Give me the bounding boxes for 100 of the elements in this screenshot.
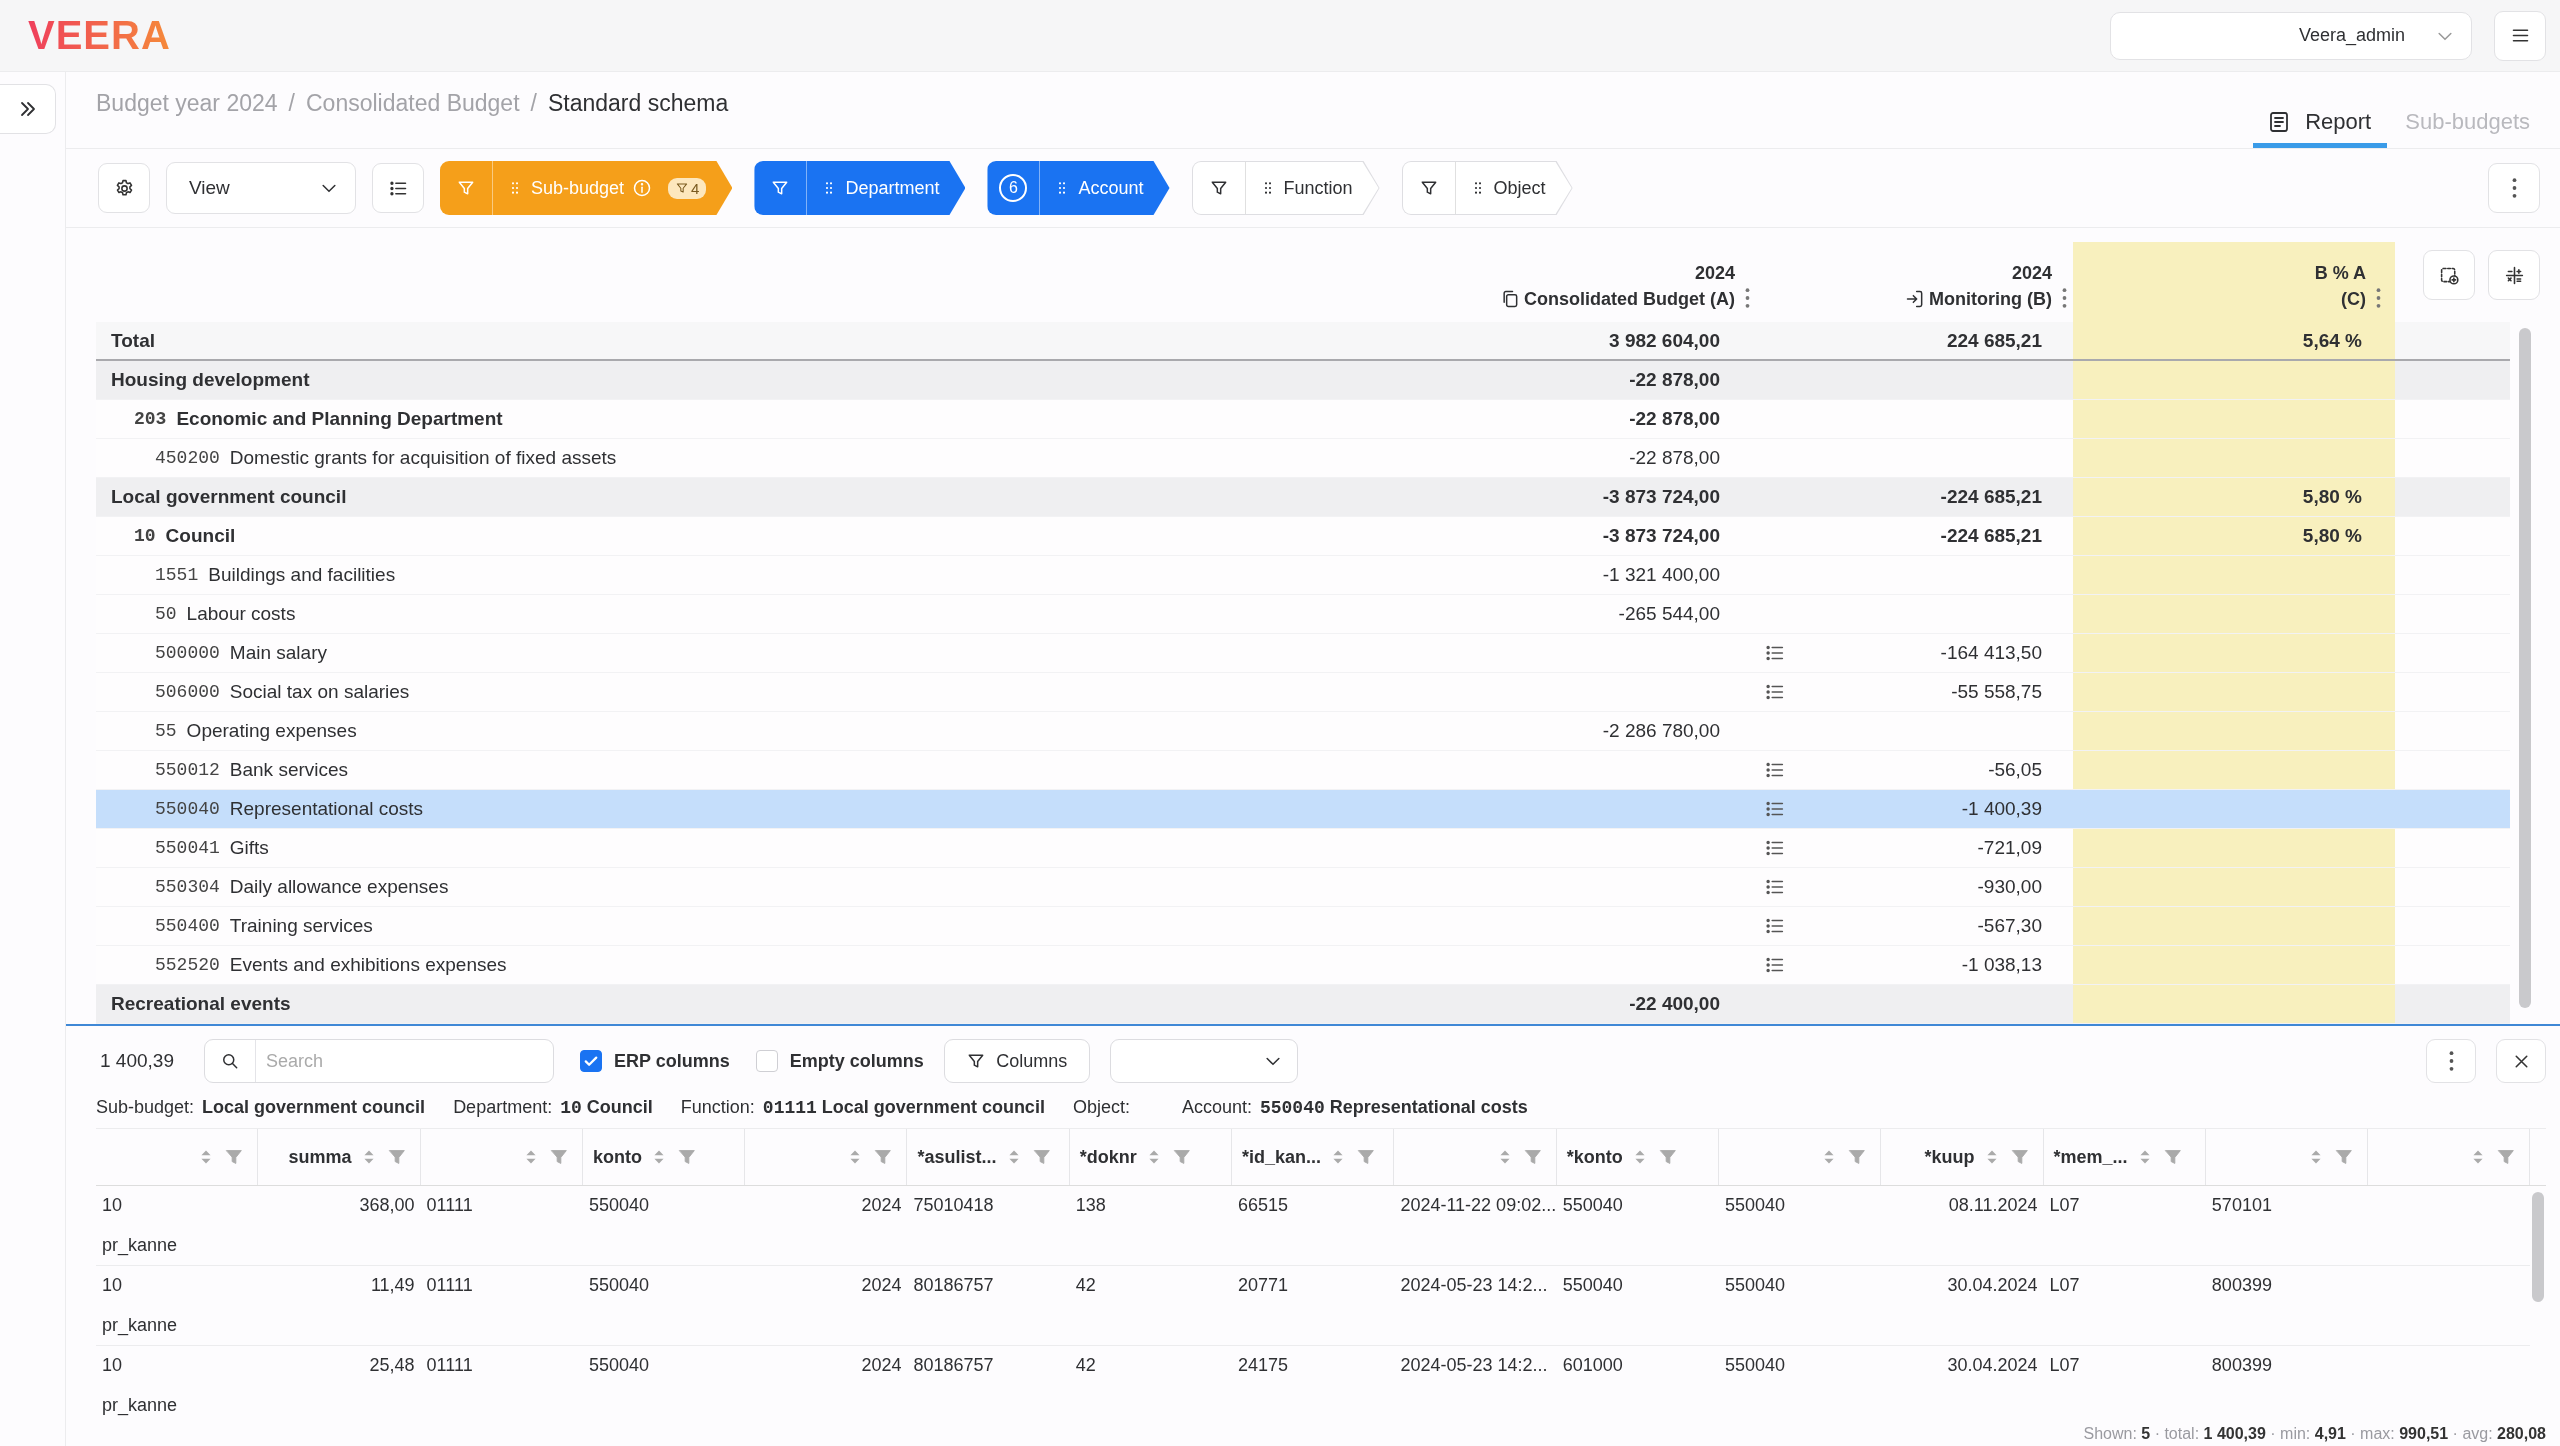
grid-cell-text: 2024	[860, 1354, 903, 1377]
account-code: 450200	[155, 448, 220, 468]
grid-cell-text: 2024-05-23 14:2...	[1399, 1354, 1549, 1377]
grid-cell-text: 550040	[587, 1354, 650, 1377]
more-icon[interactable]	[2448, 1051, 2454, 1071]
table-row[interactable]: 55 Operating expenses -2 286 780,00	[96, 712, 2510, 751]
row-label: Main salary	[229, 642, 327, 664]
account-code: 552520	[155, 955, 220, 975]
account-code: 506000	[155, 682, 220, 702]
table-row[interactable]: Local government council -3 873 724,00 -224 685,21 5,80 %	[96, 478, 2510, 517]
monitoring-value: -1 038,13	[1960, 953, 2043, 977]
monitoring-value: -1 400,39	[1960, 797, 2043, 821]
search-input[interactable]: Search	[256, 1049, 528, 1073]
account-code: 50	[155, 604, 177, 624]
column-header[interactable]: *asulist...	[907, 1129, 1070, 1185]
chip-label: Account	[1078, 177, 1144, 199]
table-row[interactable]: 550041 Gifts -721,09	[96, 829, 2510, 868]
columns-button[interactable]: Columns	[943, 1039, 1090, 1083]
expand-button[interactable]	[0, 84, 56, 134]
more-icon[interactable]	[2376, 288, 2381, 308]
dimension-chip[interactable]: Sub-budget 4	[440, 161, 733, 215]
grid-cell-text: 2024	[860, 1274, 903, 1297]
add-column-button[interactable]	[2423, 250, 2475, 300]
table-row[interactable]: 506000 Social tax on salaries -55 558,75	[96, 673, 2510, 712]
calculator-icon	[2503, 264, 2525, 286]
list-button[interactable]	[372, 163, 424, 213]
row-label: Daily allowance expenses	[229, 876, 449, 898]
table-row[interactable]: 1551 Buildings and facilities -1 321 400,00	[96, 556, 2510, 595]
account-code: 500000	[155, 643, 220, 663]
ratio-value: 5,80 %	[2073, 517, 2395, 555]
column-header[interactable]: konto	[582, 1129, 746, 1185]
ratio-value: 5,80 %	[2073, 478, 2395, 516]
budget-value: -265 544,00	[1617, 602, 1721, 626]
ratio-value: 5,64 %	[2073, 322, 2395, 359]
account-code: 1551	[155, 565, 199, 585]
column-header[interactable]: *konto	[1556, 1129, 1719, 1185]
monitoring-value: -721,09	[1976, 836, 2043, 860]
table-row[interactable]: Total 3 982 604,00 224 685,21 5,64 %	[96, 322, 2510, 361]
table-row[interactable]: 50 Labour costs -265 544,00	[96, 595, 2510, 634]
dimension-chip[interactable]: 6 Account	[987, 161, 1170, 215]
settings-button[interactable]	[98, 163, 150, 213]
table-row[interactable]: 450200 Domestic grants for acquisition of fixed assets -22 878,00	[96, 439, 2510, 478]
table-row[interactable]: 10 Council -3 873 724,00 -224 685,21 5,80 %	[96, 517, 2510, 556]
account-code: 550040	[155, 799, 220, 819]
dimension-chip[interactable]: Department	[754, 161, 966, 215]
table-row[interactable]: Housing development -22 878,00	[96, 361, 2510, 400]
menu-button[interactable]	[2494, 10, 2546, 61]
table-row[interactable]: 550040 Representational costs -1 400,39	[96, 790, 2510, 829]
budget-value: -3 873 724,00	[1601, 485, 1721, 509]
grid-cell-text: 800399	[2210, 1354, 2273, 1377]
table-row[interactable]: 550012 Bank services -56,05	[96, 751, 2510, 790]
scrollbar-thumb[interactable]	[2532, 1192, 2544, 1302]
checkbox[interactable]	[580, 1050, 602, 1072]
budget-value: -22 878,00	[1628, 368, 1721, 392]
column-header[interactable]: *doknr	[1069, 1129, 1233, 1185]
scrollbar-thumb[interactable]	[2519, 328, 2531, 1008]
close-button[interactable]	[2496, 1039, 2546, 1083]
calculator-button[interactable]	[2488, 250, 2540, 300]
filter-label: Object:	[1072, 1096, 1130, 1118]
dropdown[interactable]	[1109, 1039, 1298, 1083]
table-row[interactable]: 552520 Events and exhibitions expenses -1 038,13	[96, 946, 2510, 985]
grid-cell-text: 368,00	[358, 1194, 416, 1217]
row-note: pr_kanne	[101, 1393, 179, 1418]
dimension-chip[interactable]: Object	[1401, 161, 1573, 215]
column-label: *kuup	[1924, 1146, 1975, 1168]
more-icon[interactable]	[1745, 288, 1750, 308]
table-row[interactable]: 500000 Main salary -164 413,50	[96, 634, 2510, 673]
monitoring-value: -224 685,21	[1939, 485, 2043, 509]
column-label: *doknr	[1079, 1146, 1137, 1168]
grid-cell-text: 138	[1074, 1194, 1107, 1217]
count-badge: 6	[999, 174, 1028, 202]
grid-cell-text: 24175	[1237, 1354, 1290, 1377]
user-dropdown[interactable]: Veera_admin	[2110, 11, 2472, 60]
row-label: Recreational events	[111, 993, 291, 1015]
monitoring-value: -224 685,21	[1939, 524, 2043, 548]
column-year: B % A	[2314, 262, 2366, 285]
breadcrumb-current: Standard schema	[547, 89, 729, 117]
more-icon[interactable]	[2511, 178, 2517, 198]
row-label: Representational costs	[229, 798, 424, 820]
column-header[interactable]: *mem_...	[2043, 1129, 2206, 1185]
row-label: Gifts	[229, 837, 269, 859]
table-row[interactable]: 550304 Daily allowance expenses -930,00	[96, 868, 2510, 907]
grid-cell-text: L07	[2048, 1194, 2081, 1217]
more-icon[interactable]	[2062, 288, 2067, 308]
column-title: (C)	[2341, 288, 2366, 311]
tab[interactable]: Report	[2253, 101, 2388, 148]
view-dropdown[interactable]: View	[166, 162, 356, 214]
grid-cell-text: 550040	[1561, 1194, 1624, 1217]
chip-label: Sub-budget	[531, 177, 625, 199]
column-header[interactable]: *kuup	[1881, 1129, 2044, 1185]
column-header[interactable]: *id_kan...	[1232, 1129, 1395, 1185]
column-header[interactable]: summa	[258, 1129, 421, 1185]
filter-value: 01111 Local government council	[762, 1096, 1045, 1118]
dimension-chip[interactable]: Function	[1191, 161, 1380, 215]
search-field[interactable]: Search	[204, 1039, 554, 1083]
table-row[interactable]: 550400 Training services -567,30	[96, 907, 2510, 946]
grid-cell-text: 20771	[1237, 1274, 1290, 1297]
table-row[interactable]: 203 Economic and Planning Department -22 878,00	[96, 400, 2510, 439]
row-label: Bank services	[229, 759, 349, 781]
table-row[interactable]: Recreational events -22 400,00	[96, 985, 2510, 1024]
